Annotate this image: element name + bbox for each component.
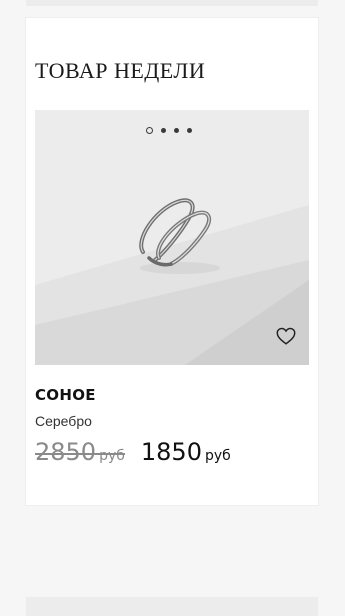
old-price-currency: руб: [99, 448, 125, 464]
add-to-favorites-heart-icon[interactable]: [275, 325, 297, 347]
product-of-week-card: ТОВАР НЕДЕЛИ СОНОЕ Серебро 2850 руб 1850…: [26, 18, 318, 505]
gallery-dot-2[interactable]: [161, 128, 166, 133]
gallery-dot-3[interactable]: [174, 128, 179, 133]
old-price-value: 2850: [35, 438, 97, 466]
product-image[interactable]: [35, 110, 309, 365]
current-price-value: 1850: [140, 438, 202, 466]
product-name[interactable]: СОНОЕ: [35, 386, 96, 404]
product-material: Серебро: [35, 413, 92, 429]
section-title: ТОВАР НЕДЕЛИ: [35, 58, 206, 83]
previous-card-edge: [26, 0, 318, 6]
next-card-edge: [26, 597, 318, 616]
current-price-currency: руб: [204, 448, 231, 464]
price-row: 2850 руб 1850 руб: [35, 438, 231, 466]
old-price: 2850 руб: [35, 438, 125, 466]
ring-illustration: [139, 198, 220, 274]
gallery-dot-4[interactable]: [187, 128, 192, 133]
current-price: 1850 руб: [141, 438, 231, 466]
gallery-pagination: [146, 127, 192, 134]
gallery-dot-1[interactable]: [146, 127, 153, 134]
